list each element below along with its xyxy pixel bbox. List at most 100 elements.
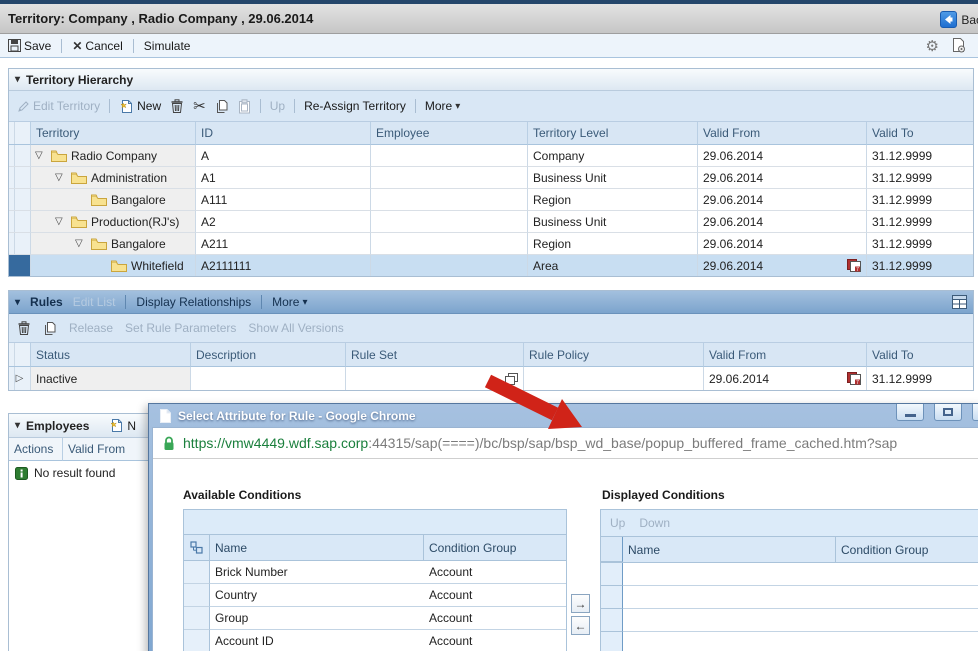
- condition-row[interactable]: Brick Number Account: [183, 561, 567, 584]
- edit-list-button[interactable]: Edit List: [73, 295, 116, 309]
- back-icon[interactable]: [940, 11, 957, 28]
- select-all-column-header[interactable]: [9, 343, 31, 367]
- column-header[interactable]: Valid To: [867, 343, 973, 367]
- save-button[interactable]: Save: [8, 39, 51, 53]
- date-picker-icon[interactable]: 7: [847, 372, 861, 385]
- expand-icon[interactable]: ▽: [75, 238, 91, 249]
- row-selector[interactable]: [601, 632, 623, 651]
- select-all-icon[interactable]: [184, 535, 210, 560]
- up-button[interactable]: Up: [270, 99, 285, 113]
- select-all-column-header[interactable]: [9, 122, 31, 145]
- employees-new-button[interactable]: N: [109, 418, 136, 433]
- column-header[interactable]: Condition Group: [836, 537, 978, 562]
- condition-row[interactable]: Group Account: [183, 607, 567, 630]
- simulate-button[interactable]: Simulate: [144, 39, 191, 53]
- row-selector[interactable]: [9, 189, 31, 211]
- close-button[interactable]: ✕: [972, 404, 978, 421]
- column-header[interactable]: Valid To: [867, 122, 973, 145]
- column-header[interactable]: Name: [623, 537, 836, 562]
- column-header[interactable]: Territory: [31, 122, 196, 145]
- folder-icon: [91, 194, 107, 206]
- column-header[interactable]: Name: [210, 535, 424, 560]
- more-menu-button[interactable]: More▾: [425, 99, 460, 113]
- expand-icon[interactable]: ▽: [55, 172, 71, 183]
- empty-row[interactable]: [600, 563, 978, 586]
- cancel-button[interactable]: ✕ Cancel: [72, 39, 122, 53]
- rules-more-menu-button[interactable]: More▾: [272, 295, 307, 309]
- column-header[interactable]: Description: [191, 343, 346, 367]
- row-selector[interactable]: [184, 630, 210, 651]
- collapse-caret-icon[interactable]: ▾: [15, 297, 20, 308]
- row-selector[interactable]: [9, 167, 31, 189]
- row-selector[interactable]: [9, 145, 31, 167]
- territory-hierarchy-panel: ▾ Territory Hierarchy Edit Territory New…: [8, 68, 974, 277]
- row-selector[interactable]: [601, 563, 623, 586]
- table-row[interactable]: ▽ Production(RJ's) A2 Business Unit 29.0…: [9, 211, 973, 233]
- rules-header[interactable]: ▾ Rules Edit List Display Relationships …: [9, 291, 973, 314]
- table-row[interactable]: ▽ Administration A1 Business Unit 29.06.…: [9, 167, 973, 189]
- column-header[interactable]: Status: [31, 343, 191, 367]
- column-header[interactable]: Employee: [371, 122, 528, 145]
- date-picker-icon[interactable]: 7: [847, 259, 861, 272]
- column-header[interactable]: Rule Set: [346, 343, 524, 367]
- empty-row[interactable]: [600, 586, 978, 609]
- copy-icon[interactable]: [215, 99, 229, 114]
- expand-row-icon[interactable]: ▷: [9, 367, 31, 391]
- cut-scissors-icon[interactable]: ✂: [193, 97, 206, 115]
- empty-row[interactable]: [600, 609, 978, 632]
- expand-icon[interactable]: ▽: [55, 216, 71, 227]
- row-selector[interactable]: [184, 584, 210, 607]
- back-button[interactable]: Bac: [961, 13, 978, 27]
- table-row[interactable]: ▽ Radio Company A Company 29.06.2014 31.…: [9, 145, 973, 167]
- row-selector[interactable]: [184, 561, 210, 584]
- toolbar-separator: [294, 99, 295, 113]
- personalize-page-icon[interactable]: [951, 38, 966, 53]
- collapse-caret-icon[interactable]: ▾: [15, 420, 20, 431]
- folder-icon: [71, 172, 87, 184]
- column-header[interactable]: Rule Policy: [524, 343, 704, 367]
- column-header[interactable]: Actions: [9, 438, 63, 461]
- select-all-column-header[interactable]: [601, 537, 623, 562]
- down-button[interactable]: Down: [639, 516, 670, 530]
- paste-icon[interactable]: [238, 99, 251, 114]
- table-row[interactable]: Bangalore A111 Region 29.06.2014 31.12.9…: [9, 189, 973, 211]
- move-right-button[interactable]: →: [571, 594, 590, 613]
- column-header[interactable]: ID: [196, 122, 371, 145]
- settings-gear-icon[interactable]: ⚙: [926, 37, 939, 55]
- release-button[interactable]: Release: [69, 321, 113, 335]
- row-selector[interactable]: [601, 609, 623, 632]
- page-title: Territory: Company , Radio Company , 29.…: [0, 11, 313, 26]
- column-header[interactable]: Valid From: [704, 343, 867, 367]
- folder-icon: [111, 260, 127, 272]
- expand-icon[interactable]: ▽: [35, 150, 51, 161]
- territory-hierarchy-header[interactable]: ▾ Territory Hierarchy: [9, 69, 973, 91]
- row-selector[interactable]: [184, 607, 210, 630]
- column-header[interactable]: Condition Group: [424, 535, 566, 560]
- empty-row[interactable]: [600, 632, 978, 651]
- minimize-button[interactable]: [896, 404, 924, 421]
- column-header[interactable]: Territory Level: [528, 122, 698, 145]
- row-selector[interactable]: [601, 586, 623, 609]
- reassign-territory-button[interactable]: Re-Assign Territory: [304, 99, 406, 113]
- column-header[interactable]: Valid From: [698, 122, 867, 145]
- show-all-versions-button[interactable]: Show All Versions: [248, 321, 343, 335]
- table-personalize-icon[interactable]: [952, 295, 967, 309]
- copy-icon[interactable]: [43, 321, 57, 336]
- condition-row[interactable]: Country Account: [183, 584, 567, 607]
- row-selector[interactable]: [9, 255, 31, 277]
- up-button[interactable]: Up: [610, 516, 625, 530]
- new-button[interactable]: New: [119, 99, 161, 114]
- table-row[interactable]: ▽ Bangalore A211 Region 29.06.2014 31.12…: [9, 233, 973, 255]
- row-selector[interactable]: [9, 211, 31, 233]
- delete-trash-icon[interactable]: [170, 99, 184, 114]
- move-left-button[interactable]: ←: [571, 616, 590, 635]
- collapse-caret-icon[interactable]: ▾: [15, 74, 20, 85]
- set-rule-parameters-button[interactable]: Set Rule Parameters: [125, 321, 236, 335]
- table-row-selected[interactable]: Whitefield A2111111 Area 29.06.2014 7 31…: [9, 255, 973, 277]
- edit-territory-button[interactable]: Edit Territory: [17, 99, 100, 113]
- maximize-button[interactable]: [934, 404, 962, 421]
- delete-trash-icon[interactable]: [17, 321, 31, 336]
- row-selector[interactable]: [9, 233, 31, 255]
- display-relationships-button[interactable]: Display Relationships: [136, 295, 251, 309]
- condition-row[interactable]: Account ID Account: [183, 630, 567, 651]
